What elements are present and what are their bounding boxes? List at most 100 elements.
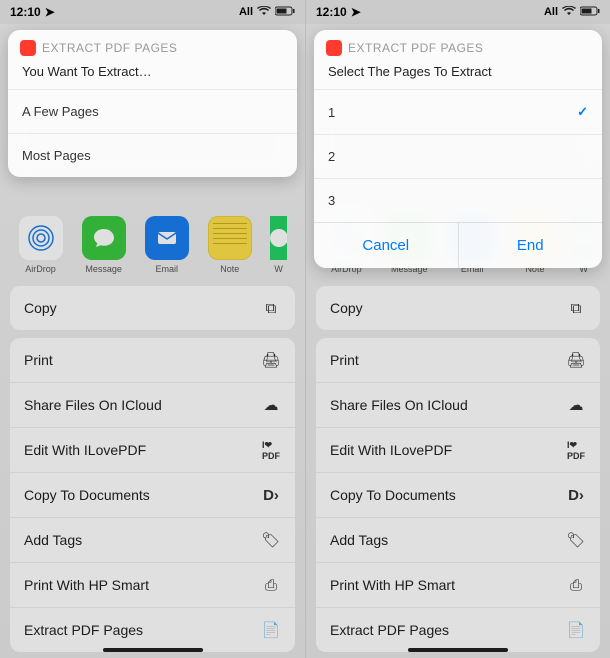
action-copy[interactable]: Copy ⧉ (10, 286, 295, 330)
phone-right: 12:10 ➤ All AirDrop (305, 0, 610, 658)
end-button[interactable]: End (458, 223, 603, 268)
popup-select-pages: EXTRACT PDF PAGES Select The Pages To Ex… (314, 30, 602, 268)
icloud-icon: ☁ (261, 395, 281, 415)
option-most-pages[interactable]: Most Pages (8, 133, 297, 177)
shortcut-icon (326, 40, 342, 56)
action-copy-docs[interactable]: Copy To Documents D› (10, 473, 295, 518)
action-copy[interactable]: Copy ⧉ (316, 286, 600, 330)
status-carrier: All (239, 6, 253, 18)
app-message[interactable]: Message (81, 216, 126, 274)
page-option-2[interactable]: 2 (314, 134, 602, 178)
action-label: Print With HP Smart (24, 577, 149, 593)
copy-icon: ⧉ (261, 298, 281, 318)
action-label: Copy To Documents (24, 487, 150, 503)
action-add-tags[interactable]: Add Tags 🏷 (316, 518, 600, 563)
action-label: Extract PDF Pages (330, 622, 449, 638)
app-note[interactable]: Note (207, 216, 252, 274)
action-label: Add Tags (330, 532, 388, 548)
message-icon (82, 216, 126, 260)
tag-icon: 🏷 (261, 530, 281, 550)
app-label: AirDrop (25, 264, 56, 274)
action-print[interactable]: Print 🖨 (316, 338, 600, 383)
status-time: 12:10 (316, 5, 347, 19)
printer-icon: ⎙ (261, 575, 281, 595)
actions-panel: Print 🖨 Share Files On ICloud ☁ Edit Wit… (10, 338, 295, 652)
action-label: Share Files On ICloud (24, 397, 162, 413)
action-copy-docs[interactable]: Copy To Documents D› (316, 473, 600, 518)
action-ilovepdf[interactable]: Edit With ILovePDF I❤PDF (10, 428, 295, 473)
action-label: Print (330, 352, 359, 368)
page-option-3[interactable]: 3 (314, 178, 602, 222)
page-option-1[interactable]: 1 ✓ (314, 89, 602, 134)
battery-icon (275, 6, 295, 19)
icloud-icon: ☁ (566, 395, 586, 415)
status-time: 12:10 (10, 5, 41, 19)
option-few-pages[interactable]: A Few Pages (8, 89, 297, 133)
action-label: Edit With ILovePDF (330, 442, 452, 458)
option-label: A Few Pages (22, 104, 99, 119)
page-number: 1 (328, 105, 335, 120)
status-carrier: All (544, 6, 558, 18)
popup-subtitle: You Want To Extract… (8, 62, 297, 89)
page-number: 3 (328, 193, 335, 208)
whatsapp-icon (270, 216, 287, 260)
action-label: Edit With ILovePDF (24, 442, 146, 458)
phone-left: 12:10 ➤ All AirDrop (0, 0, 305, 658)
status-bar: 12:10 ➤ All (306, 0, 610, 24)
edit-actions[interactable]: Edit Actions… (0, 652, 305, 658)
extract-icon: 📄 (566, 620, 586, 640)
app-label: Note (220, 264, 239, 274)
action-label: Print With HP Smart (330, 577, 455, 593)
action-share-icloud[interactable]: Share Files On ICloud ☁ (316, 383, 600, 428)
app-airdrop[interactable]: AirDrop (18, 216, 63, 274)
action-print[interactable]: Print 🖨 (10, 338, 295, 383)
actions-panel: Print 🖨 Share Files On ICloud ☁ Edit Wit… (316, 338, 600, 652)
action-hp-smart[interactable]: Print With HP Smart ⎙ (10, 563, 295, 608)
action-ilovepdf[interactable]: Edit With ILovePDF I❤PDF (316, 428, 600, 473)
edit-actions[interactable]: Edit Actions… (306, 652, 610, 658)
action-label: Copy To Documents (330, 487, 456, 503)
action-label: Copy (24, 300, 57, 316)
action-share-icloud[interactable]: Share Files On ICloud ☁ (10, 383, 295, 428)
action-label: Extract PDF Pages (24, 622, 143, 638)
action-extract-pdf[interactable]: Extract PDF Pages 📄 (10, 608, 295, 652)
pdf-icon: I❤PDF (261, 440, 281, 460)
popup-extract-mode: EXTRACT PDF PAGES You Want To Extract… A… (8, 30, 297, 177)
extract-icon: 📄 (261, 620, 281, 640)
battery-icon (580, 6, 600, 19)
airdrop-icon (19, 216, 63, 260)
action-label: Share Files On ICloud (330, 397, 468, 413)
action-hp-smart[interactable]: Print With HP Smart ⎙ (316, 563, 600, 608)
app-row: AirDrop Message Email Note (0, 204, 305, 278)
page-number: 2 (328, 149, 335, 164)
copy-icon: ⧉ (566, 298, 586, 318)
documents-icon: D› (566, 485, 586, 505)
popup-title: EXTRACT PDF PAGES (42, 41, 177, 55)
wifi-icon (562, 6, 576, 19)
action-label: Copy (330, 300, 363, 316)
notes-icon (208, 216, 252, 260)
app-label: Message (85, 264, 122, 274)
app-label: W (274, 264, 283, 274)
tag-icon: 🏷 (566, 530, 586, 550)
documents-icon: D› (261, 485, 281, 505)
action-extract-pdf[interactable]: Extract PDF Pages 📄 (316, 608, 600, 652)
status-bar: 12:10 ➤ All (0, 0, 305, 24)
shortcut-icon (20, 40, 36, 56)
location-icon: ➤ (45, 5, 55, 19)
checkmark-icon: ✓ (577, 104, 588, 120)
action-add-tags[interactable]: Add Tags 🏷 (10, 518, 295, 563)
print-icon: 🖨 (261, 350, 281, 370)
app-label: Email (155, 264, 178, 274)
cancel-button[interactable]: Cancel (314, 223, 458, 268)
option-label: Most Pages (22, 148, 91, 163)
home-indicator[interactable] (103, 648, 203, 652)
location-icon: ➤ (351, 5, 361, 19)
app-email[interactable]: Email (144, 216, 189, 274)
action-label: Add Tags (24, 532, 82, 548)
app-whatsapp[interactable]: W (270, 216, 287, 274)
print-icon: 🖨 (566, 350, 586, 370)
popup-title: EXTRACT PDF PAGES (348, 41, 483, 55)
home-indicator[interactable] (408, 648, 508, 652)
printer-icon: ⎙ (566, 575, 586, 595)
